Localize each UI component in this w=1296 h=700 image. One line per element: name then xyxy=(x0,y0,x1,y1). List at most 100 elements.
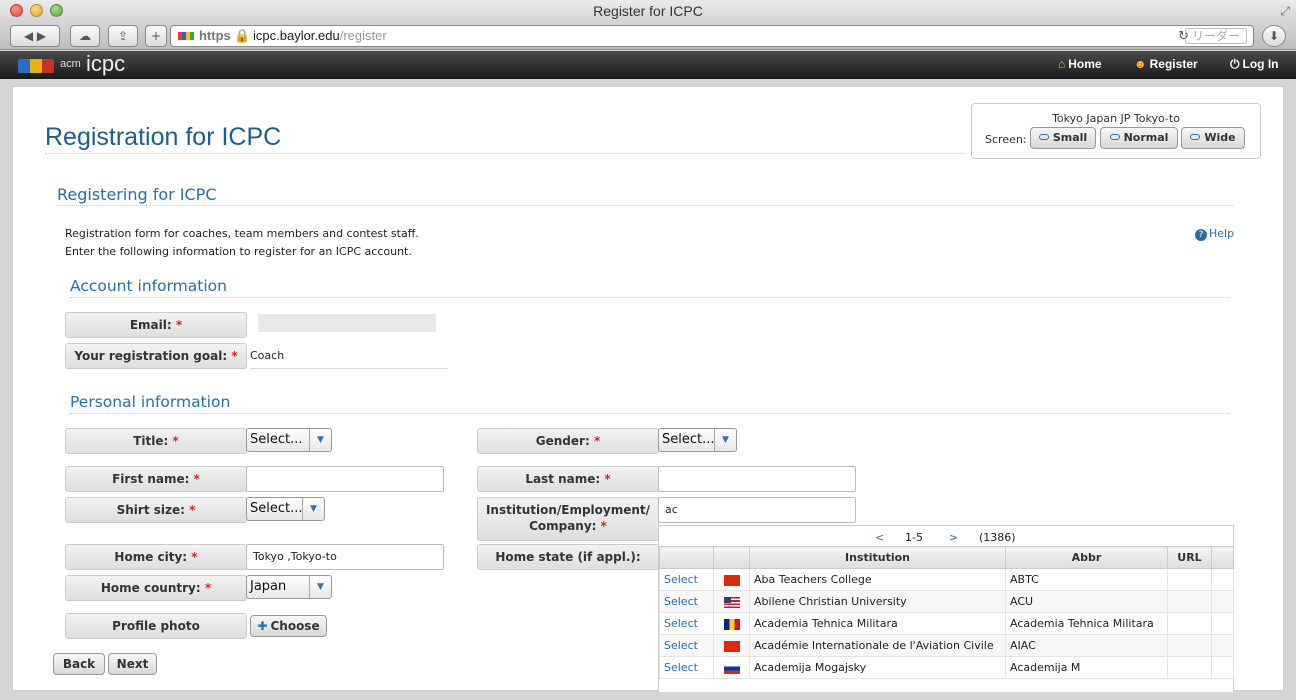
logo-icpc: icpc xyxy=(86,51,126,76)
institution-name: Academia Tehnica Militara xyxy=(749,612,1006,635)
institution-input[interactable]: ac xyxy=(658,497,856,523)
institution-url xyxy=(1167,568,1212,591)
last-name-input[interactable] xyxy=(658,466,856,492)
profile-photo-label: Profile photo xyxy=(65,613,247,639)
address-bar[interactable]: https 🔒 icpc.baylor.edu/register ↻ リーダー xyxy=(170,25,1254,47)
institution-name: Academija Mogajsky xyxy=(749,656,1006,679)
select-link[interactable]: Select xyxy=(659,568,714,591)
next-page-link[interactable]: > xyxy=(949,531,958,544)
home-icon: ⌂ xyxy=(1058,57,1066,71)
screen-wide-button[interactable]: Wide xyxy=(1181,127,1245,149)
institution-url xyxy=(1167,612,1212,635)
zoom-window-button[interactable] xyxy=(50,4,63,17)
chevron-down-icon: ▼ xyxy=(309,576,331,598)
first-name-input[interactable] xyxy=(246,466,444,492)
china-flag-icon xyxy=(724,574,740,586)
share-button[interactable]: ⇪ xyxy=(108,25,138,47)
gender-select[interactable]: Select... ▼ xyxy=(658,428,737,452)
url-text: icpc.baylor.edu/register xyxy=(253,28,387,43)
select-link[interactable]: Select xyxy=(659,612,714,635)
col-url[interactable]: URL xyxy=(1167,546,1212,569)
screen-normal-button[interactable]: Normal xyxy=(1100,127,1178,149)
china-flag-icon xyxy=(724,640,740,652)
table-row[interactable]: Select Académie Internationale de l'Avia… xyxy=(659,634,1234,657)
favicon-icon xyxy=(178,32,194,40)
add-bookmark-button[interactable]: + xyxy=(145,25,167,47)
title-divider xyxy=(45,153,965,154)
home-city-input[interactable]: Tokyo ,Tokyo-to xyxy=(246,544,444,570)
nav-login[interactable]: ⏻ Log In xyxy=(1230,57,1279,72)
table-row[interactable]: Select Academija Mogajsky Academija M xyxy=(659,656,1234,679)
downloads-button[interactable]: ⬇ xyxy=(1262,25,1286,47)
email-label: Email: * xyxy=(65,312,247,338)
institution-label: Institution/Employment/Company: * xyxy=(477,497,659,541)
table-row[interactable]: Select Aba Teachers College ABTC xyxy=(659,568,1234,591)
window-title: Register for ICPC xyxy=(593,3,703,19)
reader-button[interactable]: リーダー xyxy=(1184,28,1247,44)
col-institution[interactable]: Institution xyxy=(749,546,1006,569)
back-forward-buttons[interactable]: ◀ ▶ xyxy=(10,25,60,47)
pill-icon xyxy=(1038,134,1049,140)
institution-name: Académie Internationale de l'Aviation Ci… xyxy=(749,634,1006,657)
section-title: Registering for ICPC xyxy=(57,185,217,204)
flag-cell xyxy=(713,612,750,635)
institution-results-table: Institution Abbr URL Select Aba Teachers… xyxy=(659,546,1234,679)
select-link[interactable]: Select xyxy=(659,656,714,679)
institution-name: Aba Teachers College xyxy=(749,568,1006,591)
registration-goal-value: Coach xyxy=(250,349,448,369)
screen-small-button[interactable]: Small xyxy=(1030,127,1096,149)
page-content: Registration for ICPC Tokyo Japan JP Tok… xyxy=(12,86,1284,692)
title-select[interactable]: Select... ▼ xyxy=(246,428,332,452)
shirt-size-label: Shirt size: * xyxy=(65,497,247,523)
window-titlebar: Register for ICPC ⤢ xyxy=(0,0,1296,22)
extra-cell xyxy=(1211,568,1234,591)
personal-divider xyxy=(70,413,1230,414)
help-icon: ? xyxy=(1195,229,1207,241)
personal-heading: Personal information xyxy=(70,393,231,411)
shirt-size-select[interactable]: Select... ▼ xyxy=(246,497,325,521)
plus-icon: + xyxy=(150,29,162,43)
results-total: (1386) xyxy=(979,531,1016,544)
table-row[interactable]: Select Academia Tehnica Militara Academi… xyxy=(659,612,1234,635)
account-divider xyxy=(70,297,1230,298)
gender-label: Gender: * xyxy=(477,428,659,454)
back-arrow-icon[interactable]: ◀ xyxy=(24,29,33,43)
user-icon: ☻ xyxy=(1134,57,1147,71)
russia-flag-icon xyxy=(724,662,740,674)
extra-cell xyxy=(1211,612,1234,635)
last-name-label: Last name: * xyxy=(477,466,659,492)
extra-cell xyxy=(1211,634,1234,657)
screen-label: Screen: xyxy=(985,133,1027,146)
nav-register[interactable]: ☻ Register xyxy=(1134,57,1198,71)
prev-page-link[interactable]: < xyxy=(875,531,884,544)
col-abbr[interactable]: Abbr xyxy=(1005,546,1168,569)
intro-line-1: Registration form for coaches, team memb… xyxy=(65,227,419,240)
account-heading: Account information xyxy=(70,277,227,295)
institution-url xyxy=(1167,634,1212,657)
table-row[interactable]: Select Abilene Christian University ACU xyxy=(659,590,1234,613)
chevron-down-icon: ▼ xyxy=(309,429,331,451)
pill-icon xyxy=(1109,134,1120,140)
chevron-down-icon: ▼ xyxy=(714,429,736,451)
next-button[interactable]: Next xyxy=(108,653,157,675)
nav-home[interactable]: ⌂ Home xyxy=(1058,57,1102,71)
help-link[interactable]: ? Help xyxy=(1195,227,1234,241)
institution-abbr: Academija M xyxy=(1005,656,1168,679)
page-range: 1-5 xyxy=(905,531,923,544)
choose-photo-button[interactable]: ✚ Choose xyxy=(250,615,327,637)
minimize-window-button[interactable] xyxy=(30,4,43,17)
home-country-label: Home country: * xyxy=(65,575,247,601)
close-window-button[interactable] xyxy=(10,4,23,17)
icloud-tabs-button[interactable]: ☁ xyxy=(70,25,100,47)
url-protocol: https 🔒 xyxy=(199,28,251,43)
fullscreen-icon[interactable]: ⤢ xyxy=(1280,4,1290,19)
select-link[interactable]: Select xyxy=(659,634,714,657)
select-link[interactable]: Select xyxy=(659,590,714,613)
forward-arrow-icon[interactable]: ▶ xyxy=(37,29,46,43)
institution-abbr: Academia Tehnica Militara xyxy=(1005,612,1168,635)
col-action xyxy=(659,546,714,569)
home-country-select[interactable]: Japan ▼ xyxy=(246,575,332,599)
institution-results-panel: < 1-5 > (1386) Institution Abbr URL Sele… xyxy=(658,525,1234,692)
back-button[interactable]: Back xyxy=(53,653,105,675)
institution-abbr: AIAC xyxy=(1005,634,1168,657)
